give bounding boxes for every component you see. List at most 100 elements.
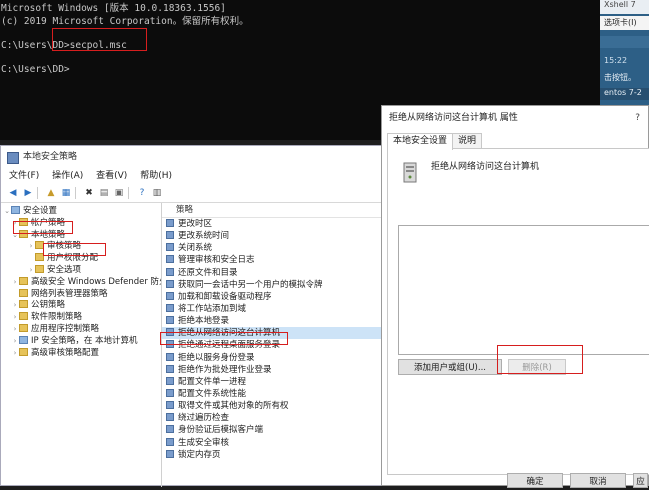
- expand-icon[interactable]: ›: [11, 277, 19, 289]
- list-item[interactable]: 关闭系统: [162, 242, 381, 254]
- cmd-line-prompt: C:\Users\DD>: [1, 64, 70, 75]
- policy-icon: [166, 219, 174, 227]
- folder-icon: [19, 276, 28, 285]
- shield-icon: [11, 206, 20, 214]
- menu-action[interactable]: 操作(A): [52, 171, 83, 181]
- properties-icon[interactable]: ▤: [98, 187, 110, 199]
- list-item[interactable]: 获取同一会话中另一个用户的模拟令牌: [162, 279, 381, 291]
- xshell-session[interactable]: entos 7-2: [600, 88, 649, 100]
- delete-icon[interactable]: ✖: [83, 187, 95, 199]
- policy-icon: [166, 413, 174, 422]
- local-security-policy-window[interactable]: 本地安全策略 文件(F) 操作(A) 查看(V) 帮助(H) ◀ ▶ ▲ ▦ ✖…: [0, 145, 382, 487]
- list-item[interactable]: 取得文件或其他对象的所有权: [162, 400, 381, 412]
- policy-icon: [166, 267, 174, 276]
- policy-icon: [166, 449, 174, 458]
- app-icon: [7, 152, 19, 164]
- list-item[interactable]: 配置文件系统性能: [162, 388, 381, 400]
- lsp-toolbar: ◀ ▶ ▲ ▦ ✖ ▤ ▣ ? ▥: [1, 184, 381, 203]
- dialog-panel: 拒绝从网络访问这台计算机 添加用户或组(U)... 删除(R): [387, 148, 649, 475]
- tree-item-software-restriction[interactable]: › 软件限制策略: [1, 312, 161, 324]
- xshell-toolbar: [600, 36, 649, 48]
- list-item[interactable]: 配置文件单一进程: [162, 376, 381, 388]
- folder-icon: [35, 264, 44, 273]
- menu-help[interactable]: 帮助(H): [140, 171, 172, 181]
- cmd-line-copyright: (c) 2019 Microsoft Corporation。保留所有权利。: [1, 16, 249, 27]
- help-icon[interactable]: ?: [635, 106, 640, 130]
- policy-icon: [166, 388, 174, 397]
- export-list-icon[interactable]: ▣: [113, 187, 125, 199]
- dialog-titlebar[interactable]: 拒绝从网络访问这台计算机 属性 ?: [382, 106, 648, 130]
- collapse-icon[interactable]: ⌄: [3, 206, 11, 218]
- list-item[interactable]: 锁定内存页: [162, 449, 381, 461]
- policy-icon: [166, 425, 174, 434]
- lsp-titlebar[interactable]: 本地安全策略: [1, 146, 381, 168]
- policy-icon: [166, 376, 174, 385]
- back-icon[interactable]: ◀: [7, 187, 19, 199]
- server-policy-icon: [403, 162, 417, 183]
- add-user-group-button[interactable]: 添加用户或组(U)...: [398, 359, 502, 375]
- list-header-policy[interactable]: 策略: [162, 203, 381, 218]
- tree-item-security-options[interactable]: › 安全选项: [1, 264, 161, 277]
- expand-icon[interactable]: ›: [11, 312, 19, 324]
- tab-explain[interactable]: 说明: [452, 133, 483, 149]
- tree-item-advanced-audit[interactable]: › 高级审核策略配置: [1, 347, 161, 360]
- list-item[interactable]: 拒绝本地登录: [162, 315, 381, 327]
- xshell-tab-menu[interactable]: 选项卡(I): [600, 16, 649, 30]
- list-item[interactable]: 将工作站添加到域: [162, 303, 381, 315]
- expand-icon[interactable]: ›: [11, 336, 19, 348]
- help-icon[interactable]: ?: [136, 187, 148, 199]
- dialog-title: 拒绝从网络访问这台计算机 属性: [389, 113, 518, 123]
- show-tree-icon[interactable]: ▦: [60, 187, 72, 199]
- list-item[interactable]: 拒绝作为批处理作业登录: [162, 364, 381, 376]
- policy-icon: [166, 364, 174, 373]
- lsp-title: 本地安全策略: [23, 152, 78, 162]
- policy-icon: [166, 303, 174, 312]
- list-item[interactable]: 管理审核和安全日志: [162, 254, 381, 266]
- list-item[interactable]: 绕过遍历检查: [162, 412, 381, 424]
- xshell-title: Xshell 7: [600, 0, 649, 14]
- list-item[interactable]: 拒绝以服务身份登录: [162, 352, 381, 364]
- list-item[interactable]: 更改时区: [162, 218, 381, 230]
- list-item[interactable]: 更改系统时间: [162, 230, 381, 242]
- console-icon[interactable]: ▥: [151, 187, 163, 199]
- tree-item-firewall[interactable]: › 高级安全 Windows Defender 防火墙: [1, 276, 161, 289]
- highlight-deny-network-policy: [160, 332, 288, 345]
- policy-icon: [166, 243, 174, 252]
- xshell-background-window[interactable]: Xshell 7 选项卡(I) 15:22 击按钮。 entos 7-2: [600, 0, 649, 105]
- xshell-hint: 击按钮。: [604, 73, 636, 82]
- expand-icon[interactable]: ›: [11, 300, 19, 312]
- folder-icon: [19, 288, 28, 297]
- list-item[interactable]: 加载和卸载设备驱动程序: [162, 291, 381, 303]
- policy-icon: [166, 437, 174, 446]
- tab-local-security-setting[interactable]: 本地安全设置: [387, 133, 454, 150]
- xshell-time: 15:22: [604, 56, 628, 65]
- expand-icon[interactable]: ›: [11, 324, 19, 336]
- menu-view[interactable]: 查看(V): [96, 171, 127, 181]
- properties-dialog[interactable]: 拒绝从网络访问这台计算机 属性 ? 本地安全设置 说明 拒绝从网络访问这台计算机…: [381, 105, 649, 488]
- tree-item-ip-security[interactable]: › IP 安全策略，在 本地计算机: [1, 335, 161, 348]
- policy-icon: [166, 291, 174, 300]
- members-list[interactable]: [398, 225, 649, 355]
- list-item[interactable]: 还原文件和目录: [162, 267, 381, 279]
- expand-icon[interactable]: ›: [27, 265, 35, 277]
- policy-icon: [166, 231, 174, 240]
- list-item[interactable]: 身份验证后模拟客户端: [162, 424, 381, 436]
- forward-icon[interactable]: ▶: [22, 187, 34, 199]
- tree-item-security-settings[interactable]: ⌄ 安全设置: [1, 206, 161, 218]
- list-item[interactable]: 生成安全审核: [162, 437, 381, 449]
- cmd-line-version: Microsoft Windows [版本 10.0.18363.1556]: [1, 3, 226, 14]
- policy-icon: [166, 279, 174, 288]
- highlight-local-policies: [13, 221, 73, 234]
- menu-file[interactable]: 文件(F): [9, 171, 39, 181]
- up-folder-icon[interactable]: ▲: [45, 187, 57, 199]
- policy-name: 拒绝从网络访问这台计算机: [431, 162, 540, 172]
- expand-icon[interactable]: ›: [27, 241, 35, 253]
- lsp-menubar: 文件(F) 操作(A) 查看(V) 帮助(H): [1, 168, 381, 184]
- highlight-user-rights: [43, 243, 106, 256]
- toolbar-separator: [75, 187, 80, 199]
- folder-icon: [19, 312, 28, 321]
- tree-item-public-key[interactable]: › 公钥策略: [1, 300, 161, 312]
- expand-icon[interactable]: ›: [11, 348, 19, 360]
- tree-item-app-control[interactable]: › 应用程序控制策略: [1, 323, 161, 336]
- tree-item-network-list[interactable]: 网络列表管理器策略: [1, 288, 161, 301]
